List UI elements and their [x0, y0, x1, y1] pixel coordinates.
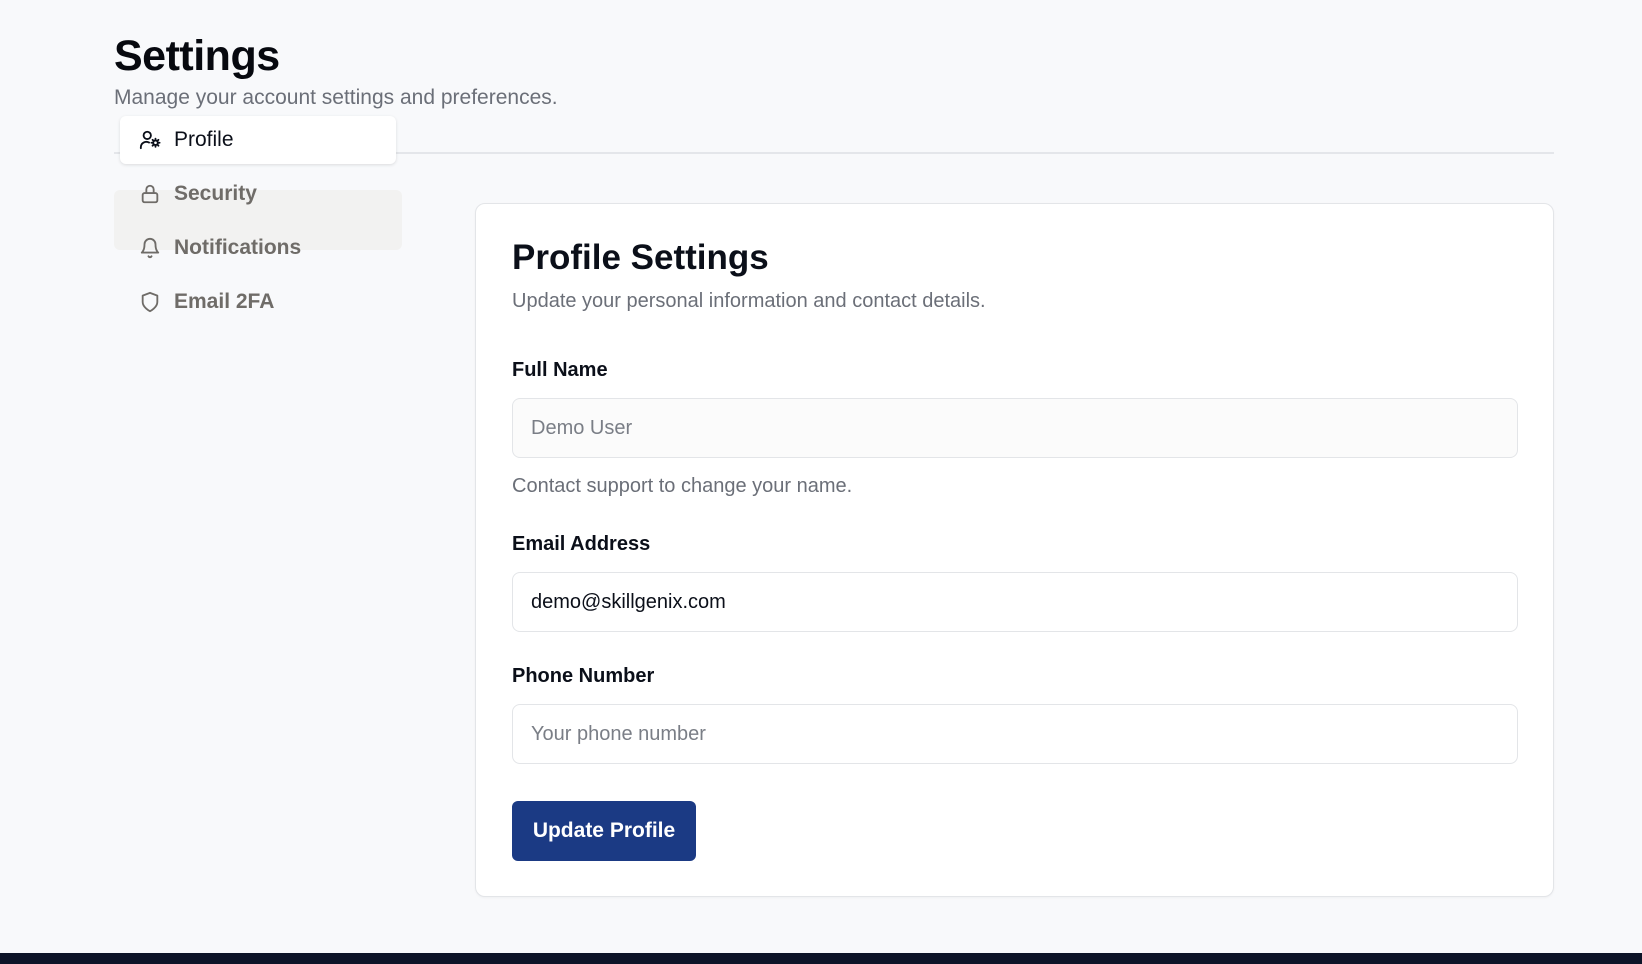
lock-icon — [138, 182, 162, 206]
page-subtitle: Manage your account settings and prefere… — [114, 86, 558, 109]
email-label: Email Address — [512, 533, 651, 555]
full-name-label: Full Name — [512, 359, 608, 381]
sidebar-item-label: Security — [174, 182, 257, 205]
sidebar-item-email-2fa[interactable]: Email 2FA — [120, 278, 396, 326]
sidebar-item-security[interactable]: Security — [120, 170, 396, 218]
phone-field[interactable] — [512, 704, 1518, 764]
card-subtitle: Update your personal information and con… — [512, 290, 986, 312]
user-cog-icon — [138, 128, 162, 152]
settings-header: Settings Manage your account settings an… — [114, 30, 558, 110]
update-profile-button[interactable]: Update Profile — [512, 801, 696, 861]
email-field[interactable] — [512, 572, 1518, 632]
sidebar-item-profile[interactable]: Profile — [120, 116, 396, 164]
sidebar-item-label: Email 2FA — [174, 290, 275, 313]
footer-bar — [0, 953, 1642, 964]
full-name-field[interactable] — [512, 398, 1518, 458]
shield-icon — [138, 290, 162, 314]
card-title: Profile Settings — [512, 238, 769, 277]
sidebar-item-notifications[interactable]: Notifications — [120, 224, 396, 272]
sidebar-item-label: Profile — [174, 128, 234, 151]
full-name-helper-text: Contact support to change your name. — [512, 475, 853, 497]
page-title: Settings — [114, 32, 280, 80]
profile-settings-card: Profile Settings Update your personal in… — [475, 203, 1554, 897]
sidebar-item-label: Notifications — [174, 236, 302, 259]
phone-label: Phone Number — [512, 665, 655, 687]
bell-icon — [138, 236, 162, 260]
